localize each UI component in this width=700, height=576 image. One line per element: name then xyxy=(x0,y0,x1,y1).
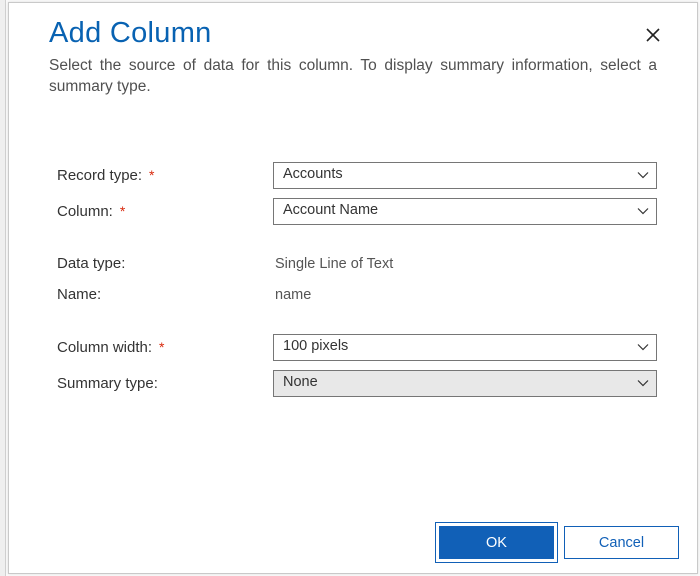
row-column: Column: * Account Name xyxy=(57,198,657,225)
required-asterisk: * xyxy=(149,167,154,183)
chevron-down-icon xyxy=(636,204,650,218)
chevron-down-icon xyxy=(636,168,650,182)
label-record-type-text: Record type: xyxy=(57,167,142,184)
label-data-type-text: Data type: xyxy=(57,255,125,272)
close-icon xyxy=(645,27,661,43)
label-summary-type: Summary type: xyxy=(57,375,273,392)
required-asterisk: * xyxy=(120,203,125,219)
label-column-text: Column: xyxy=(57,203,113,220)
value-name: name xyxy=(273,284,657,306)
label-column-width-text: Column width: xyxy=(57,339,152,356)
dialog-footer: OK Cancel xyxy=(9,514,697,573)
form-area: Record type: * Accounts Column: * Accoun… xyxy=(9,106,697,416)
select-column[interactable]: Account Name xyxy=(273,198,657,225)
dialog-title: Add Column xyxy=(49,17,657,50)
select-record-type[interactable]: Accounts xyxy=(273,162,657,189)
add-column-dialog: Add Column Select the source of data for… xyxy=(8,2,698,574)
label-name-text: Name: xyxy=(57,286,101,303)
label-summary-type-text: Summary type: xyxy=(57,375,158,392)
chevron-down-icon xyxy=(636,340,650,354)
label-record-type: Record type: * xyxy=(57,167,273,184)
label-column: Column: * xyxy=(57,203,273,220)
select-summary-type-value: None xyxy=(283,374,626,390)
background-edge xyxy=(0,0,6,576)
label-data-type: Data type: xyxy=(57,255,273,272)
row-name: Name: name xyxy=(57,284,657,306)
ok-button[interactable]: OK xyxy=(439,526,554,559)
select-column-width[interactable]: 100 pixels xyxy=(273,334,657,361)
label-name: Name: xyxy=(57,286,273,303)
chevron-down-icon xyxy=(636,376,650,390)
cancel-button[interactable]: Cancel xyxy=(564,526,679,559)
row-column-width: Column width: * 100 pixels xyxy=(57,334,657,361)
select-column-value: Account Name xyxy=(283,202,626,218)
value-data-type: Single Line of Text xyxy=(273,253,657,275)
close-button[interactable] xyxy=(645,27,663,45)
label-column-width: Column width: * xyxy=(57,339,273,356)
dialog-header: Add Column Select the source of data for… xyxy=(9,3,697,106)
row-record-type: Record type: * Accounts xyxy=(57,162,657,189)
required-asterisk: * xyxy=(159,339,164,355)
select-column-width-value: 100 pixels xyxy=(283,338,626,354)
dialog-subtitle: Select the source of data for this colum… xyxy=(49,56,657,98)
row-data-type: Data type: Single Line of Text xyxy=(57,253,657,275)
row-summary-type: Summary type: None xyxy=(57,370,657,397)
select-record-type-value: Accounts xyxy=(283,166,626,182)
select-summary-type: None xyxy=(273,370,657,397)
